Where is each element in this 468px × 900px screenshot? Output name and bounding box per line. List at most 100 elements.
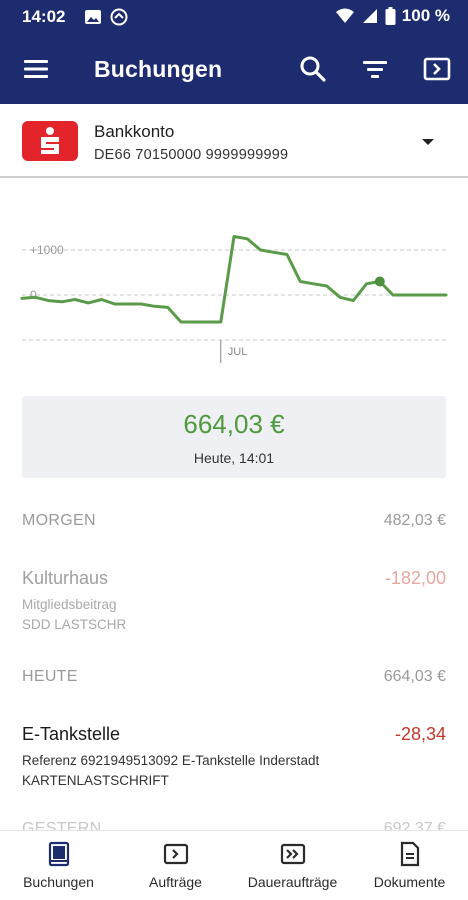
- sparkasse-logo: [22, 121, 78, 161]
- status-system-icons: 100 %: [335, 6, 450, 26]
- nav-tab-auftraege[interactable]: Aufträge: [117, 831, 234, 900]
- nav-label: Aufträge: [149, 874, 202, 890]
- chart-point: [339, 296, 341, 299]
- balance-chart-svg: +1000 0 JUL: [20, 235, 448, 363]
- transfer-icon: [423, 57, 451, 81]
- chart-point: [352, 299, 355, 302]
- transaction-details: Mitgliedsbeitrag SDD LASTSCHR: [22, 595, 446, 635]
- balance-chart: +1000 0 JUL: [0, 180, 468, 380]
- chart-point: [114, 303, 116, 305]
- transaction-detail-line: Referenz 6921949513092 E-Tankstelle Inde…: [22, 753, 320, 768]
- filter-button[interactable]: [360, 54, 390, 84]
- chart-point: [180, 321, 182, 323]
- day-label: GESTERN: [22, 820, 102, 830]
- chart-point: [312, 283, 315, 285]
- chart-point: [405, 294, 408, 296]
- chart-point: [299, 280, 302, 283]
- account-name: Bankkonto: [94, 122, 175, 141]
- sparkasse-s-icon: [41, 127, 59, 154]
- chart-point: [445, 294, 447, 296]
- chart-point: [246, 238, 249, 240]
- chart-y-tick-label: +1000: [30, 243, 64, 257]
- document-icon: [400, 841, 419, 867]
- chart-point: [87, 302, 90, 304]
- transfer-button[interactable]: [422, 54, 452, 84]
- status-time: 14:02: [22, 7, 66, 26]
- search-icon: [300, 56, 326, 82]
- day-balance: 482,03 €: [383, 512, 446, 529]
- nav-label: Dokumente: [373, 874, 446, 890]
- chart-point: [140, 303, 143, 305]
- chart-point: [418, 294, 421, 296]
- standing-order-icon: [280, 843, 305, 865]
- chart-point: [326, 285, 328, 287]
- day-header-gestern: GESTERN 692,37 €: [22, 820, 446, 830]
- chart-point: [273, 251, 275, 254]
- wifi-icon: [335, 8, 354, 23]
- chart-point: [233, 235, 235, 238]
- transaction-title: E-Tankstelle: [22, 724, 121, 744]
- chart-point: [220, 321, 222, 323]
- menu-button[interactable]: [22, 54, 52, 84]
- chart-point: [365, 283, 368, 285]
- transfer-icon: [163, 843, 188, 865]
- chart-point: [47, 299, 50, 302]
- transaction-detail-line: SDD LASTSCHR: [22, 617, 127, 632]
- transaction-amount: -28,34: [394, 724, 446, 744]
- transaction-amount: -182,00: [384, 568, 446, 588]
- day-header-heute: HEUTE 664,03 €: [22, 668, 446, 686]
- transaction-row-kulturhaus[interactable]: Kulturhaus -182,00 Mitgliedsbeitrag SDD …: [22, 568, 446, 635]
- day-label: MORGEN: [22, 512, 96, 529]
- day-header-morgen: MORGEN 482,03 €: [22, 512, 446, 530]
- nav-tab-buchungen[interactable]: Buchungen: [0, 831, 117, 900]
- sync-icon: [110, 8, 128, 26]
- transaction-list: MORGEN 482,03 € Kulturhaus -182,00 Mitgl…: [0, 480, 468, 830]
- search-button[interactable]: [298, 54, 328, 84]
- battery-icon: [385, 7, 396, 25]
- chart-point: [127, 303, 129, 305]
- chart-y-tick-label: 0: [30, 288, 37, 302]
- transaction-title: Kulturhaus: [22, 568, 109, 588]
- nav-label: Daueraufträge: [247, 874, 338, 890]
- chart-point: [21, 297, 23, 300]
- nav-tab-dauerauftraege[interactable]: Daueraufträge: [234, 831, 351, 900]
- transaction-row-e-tankstelle[interactable]: E-Tankstelle -28,34 Referenz 69219495130…: [22, 724, 446, 791]
- transaction-details: Referenz 6921949513092 E-Tankstelle Inde…: [22, 751, 446, 791]
- app-bar: Buchungen: [0, 34, 468, 104]
- menu-icon: [24, 60, 48, 78]
- chart-point: [193, 321, 196, 323]
- day-label: HEUTE: [22, 668, 78, 685]
- chart-point: [153, 305, 156, 308]
- transaction-detail-line: KARTENLASTSCHRIFT: [22, 773, 169, 788]
- chart-point: [167, 306, 169, 309]
- nav-tab-dokumente[interactable]: Dokumente: [351, 831, 468, 900]
- account-iban: DE66 70150000 9999999999: [94, 147, 289, 163]
- chart-point: [61, 301, 63, 303]
- chart-point: [432, 294, 434, 296]
- image-icon: [85, 10, 101, 24]
- status-bar: 14:02 100 %: [0, 0, 468, 34]
- chart-point: [392, 294, 394, 296]
- status-notification-icons: [84, 8, 128, 26]
- chart-point: [34, 296, 37, 299]
- balance-date: Heute, 14:01: [193, 450, 275, 466]
- chart-point: [74, 298, 76, 301]
- day-balance: 664,03 €: [383, 668, 446, 685]
- balance-amount: 664,03 €: [183, 409, 285, 439]
- chart-point: [100, 298, 103, 301]
- battery-percentage: 100 %: [401, 6, 450, 25]
- book-icon: [48, 841, 69, 867]
- chart-point: [286, 253, 288, 256]
- chart-current-marker: [374, 276, 385, 287]
- page-title: Buchungen: [94, 56, 223, 82]
- account-selector[interactable]: Bankkonto DE66 70150000 9999999999: [0, 104, 468, 178]
- cellular-icon: [362, 9, 377, 23]
- filter-icon: [363, 61, 387, 78]
- chart-point: [259, 249, 262, 251]
- bottom-navigation: Buchungen Aufträge Daueraufträge Dokumen…: [0, 830, 468, 900]
- dropdown-arrow-icon[interactable]: [418, 132, 438, 152]
- day-balance: 692,37 €: [383, 820, 446, 830]
- transaction-detail-line: Mitgliedsbeitrag: [22, 597, 117, 612]
- chart-point: [206, 321, 209, 323]
- nav-label: Buchungen: [23, 874, 94, 890]
